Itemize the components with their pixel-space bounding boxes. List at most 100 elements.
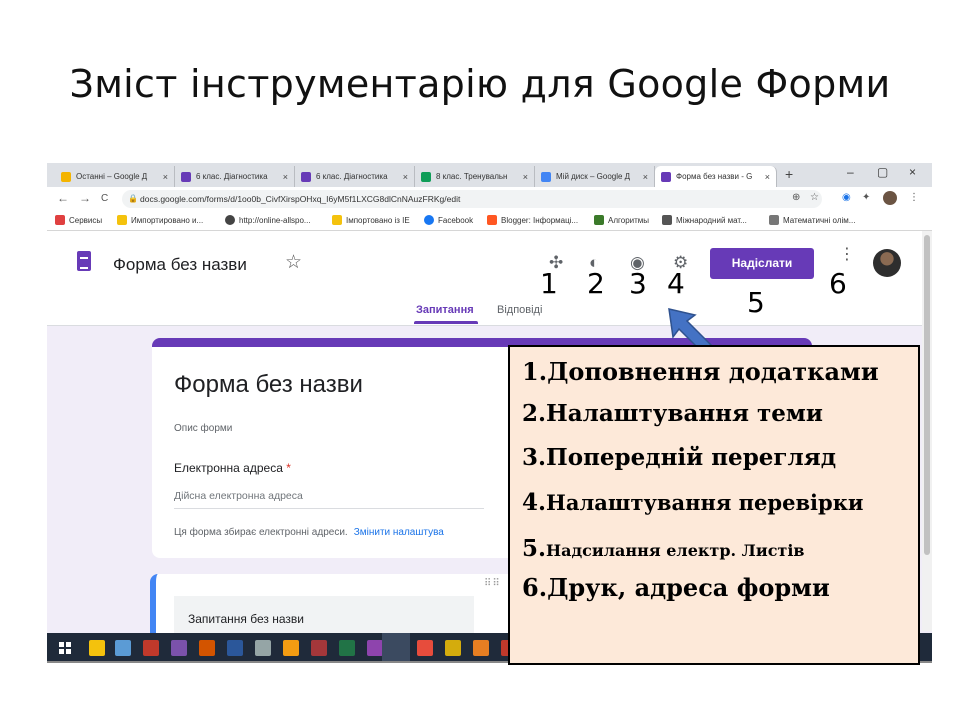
close-icon[interactable]: × <box>163 172 168 182</box>
puzzle-icon[interactable]: ✦ <box>862 192 870 203</box>
taskbar-active-indicator <box>382 633 410 661</box>
drive-icon <box>541 171 551 182</box>
form-description[interactable]: Опис форми <box>174 423 232 434</box>
label-number-5: 5 <box>747 286 765 319</box>
avatar[interactable] <box>873 249 901 277</box>
access-icon[interactable] <box>311 640 327 656</box>
email-label: Електронна адреса * <box>174 461 291 475</box>
browser-tab[interactable]: Останні – Google Д × <box>55 166 175 187</box>
app-icon[interactable] <box>473 640 489 656</box>
question-placeholder: Запитання без назви <box>188 612 304 626</box>
browser-tab[interactable]: 6 клас. Діагностика × <box>295 166 415 187</box>
forward-button[interactable]: → <box>79 191 91 205</box>
app-icon[interactable] <box>171 640 187 656</box>
form-name[interactable]: Форма без назви <box>113 255 247 275</box>
email-field[interactable]: Дійсна електронна адреса <box>174 490 484 509</box>
close-icon[interactable]: × <box>643 172 648 182</box>
app-icon[interactable] <box>115 640 131 656</box>
star-icon[interactable]: ☆ <box>285 251 302 274</box>
profile-avatar[interactable] <box>883 191 897 205</box>
app-icon[interactable] <box>417 640 433 656</box>
app-icon[interactable] <box>445 640 461 656</box>
new-tab-button[interactable]: + <box>785 166 793 182</box>
tab-responses[interactable]: Відповіді <box>497 304 542 316</box>
bookmark-item[interactable]: http://online-allspo... <box>225 215 311 225</box>
site-icon <box>769 215 779 225</box>
email-collection-note: Ця форма збирає електронні адреси. Змінит… <box>174 527 444 538</box>
folder-icon <box>332 215 342 225</box>
close-icon[interactable]: × <box>523 172 528 182</box>
url-text: docs.google.com/forms/d/1oo0b_CivfXirspO… <box>140 194 461 204</box>
bookmark-item[interactable]: Алгоритмы <box>594 215 649 225</box>
zoom-icon[interactable]: ⊕ <box>792 192 800 203</box>
powerpoint-icon[interactable] <box>199 640 215 656</box>
sheets-icon <box>421 171 431 182</box>
forms-header: Форма без назви ☆ ✣ ◐ ◉ ⚙ Надіслати ⋮ <box>47 231 922 326</box>
legend-item-3: 3.Попередній перегляд <box>522 444 837 471</box>
send-button[interactable]: Надіслати <box>710 248 814 279</box>
bookmark-item[interactable]: Математичні олім... <box>769 215 855 225</box>
navigation-bar: ← → C 🔒 docs.google.com/forms/d/1oo0b_Ci… <box>47 187 932 211</box>
bookmark-item[interactable]: Facebook <box>424 215 473 225</box>
close-icon[interactable]: × <box>283 172 288 182</box>
drive-icon <box>61 171 71 182</box>
windows-start-icon[interactable] <box>57 640 73 656</box>
scrollbar-thumb[interactable] <box>924 235 930 555</box>
app-icon[interactable] <box>367 640 383 656</box>
forms-icon <box>661 171 671 182</box>
back-button[interactable]: ← <box>57 191 69 205</box>
minimize-button[interactable]: – <box>847 165 854 179</box>
reload-button[interactable]: C <box>101 193 108 204</box>
app-icon[interactable] <box>143 640 159 656</box>
forms-logo-icon <box>77 251 91 271</box>
tab-strip: Останні – Google Д × 6 клас. Діагностика… <box>47 163 932 187</box>
label-number-3: 3 <box>629 267 647 300</box>
bookmark-star-icon[interactable]: ☆ <box>810 192 819 203</box>
close-icon[interactable]: × <box>403 172 408 182</box>
bookmark-item[interactable]: Импортировано и... <box>117 215 203 225</box>
legend-item-6: 6.Друк, адреса форми <box>522 573 830 602</box>
calculator-icon[interactable] <box>255 640 271 656</box>
label-number-1: 1 <box>540 267 558 300</box>
globe-icon <box>225 215 235 225</box>
form-title[interactable]: Форма без назви <box>174 371 363 399</box>
drag-handle-icon[interactable]: ⠿⠿ <box>484 578 501 589</box>
forms-icon <box>301 171 311 182</box>
browser-tab[interactable]: Мій диск – Google Д × <box>535 166 655 187</box>
legend-item-1: 1.Доповнення додатками <box>522 357 879 386</box>
close-window-button[interactable]: × <box>909 165 916 179</box>
more-options-icon[interactable]: ⋮ <box>839 247 855 263</box>
legend-item-5: 5.Надсилання електр. Листів <box>522 535 805 562</box>
bookmark-item[interactable]: Імпортовано із IE <box>332 215 410 225</box>
address-bar[interactable]: 🔒 docs.google.com/forms/d/1oo0b_CivfXirs… <box>122 190 822 208</box>
extension-icon[interactable]: ◉ <box>842 192 851 203</box>
apps-icon <box>55 215 65 225</box>
lock-icon: 🔒 <box>128 194 138 203</box>
explorer-icon[interactable] <box>89 640 105 656</box>
bookmarks-bar: Сервисы Импортировано и... http://online… <box>47 211 932 231</box>
legend-item-2: 2.Налаштування теми <box>522 400 823 427</box>
bookmark-item[interactable]: Сервисы <box>55 215 102 225</box>
folder-icon <box>117 215 127 225</box>
site-icon <box>662 215 672 225</box>
bookmark-item[interactable]: Blogger: Інформаці... <box>487 215 578 225</box>
legend-item-4: 4.Налаштування перевірки <box>522 489 864 516</box>
word-icon[interactable] <box>227 640 243 656</box>
label-number-4: 4 <box>667 267 685 300</box>
maximize-button[interactable]: ▢ <box>877 165 888 179</box>
change-settings-link[interactable]: Змінити налаштува <box>354 527 444 538</box>
browser-tab-active[interactable]: Форма без назви - G × <box>655 166 777 187</box>
browser-tab[interactable]: 8 клас. Тренувальн × <box>415 166 535 187</box>
excel-icon[interactable] <box>339 640 355 656</box>
forms-icon <box>181 171 191 182</box>
legend-box: 1.Доповнення додатками 2.Налаштування те… <box>508 345 920 665</box>
tab-questions[interactable]: Запитання <box>416 304 474 316</box>
active-tab-indicator <box>414 321 478 324</box>
browser-tab[interactable]: 6 клас. Діагностика × <box>175 166 295 187</box>
algorithms-icon <box>594 215 604 225</box>
close-icon[interactable]: × <box>765 172 770 182</box>
menu-icon[interactable]: ⋮ <box>909 192 919 203</box>
blogger-icon <box>487 215 497 225</box>
app-icon[interactable] <box>283 640 299 656</box>
bookmark-item[interactable]: Міжнародний мат... <box>662 215 747 225</box>
